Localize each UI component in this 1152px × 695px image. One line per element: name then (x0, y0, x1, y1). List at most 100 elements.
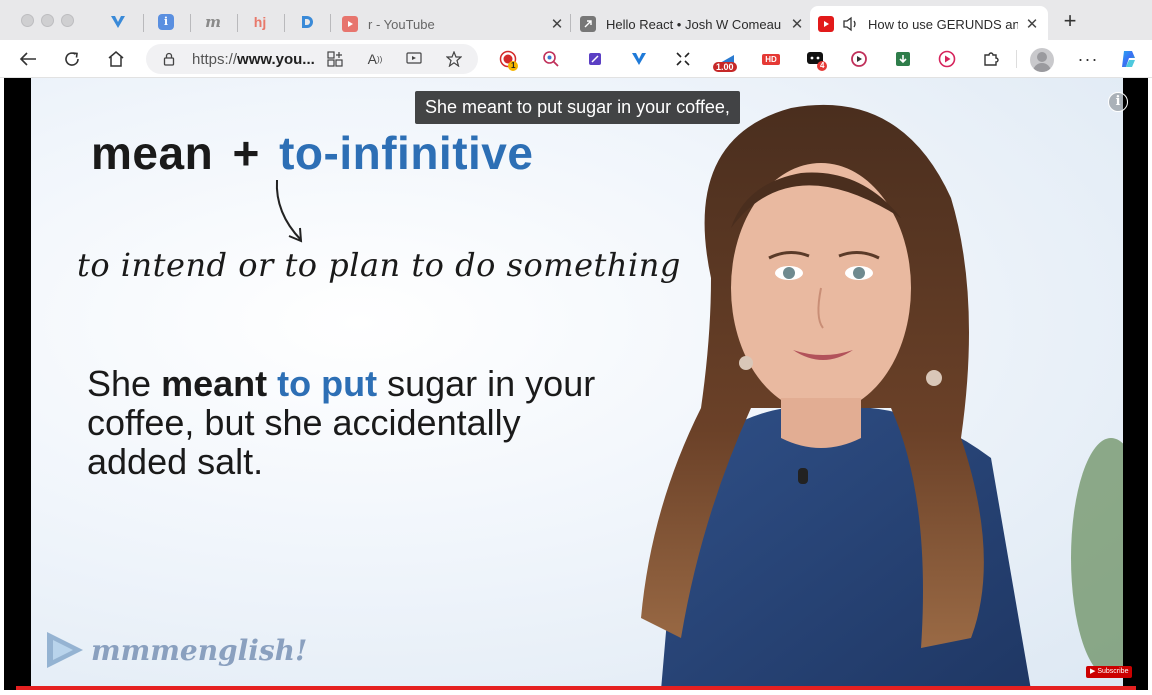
m-icon: m (205, 13, 221, 31)
tab-close-icon[interactable]: ✕ (549, 15, 565, 33)
extension-notes-button[interactable] (584, 48, 606, 70)
channel-logo: mmmenglish! (43, 630, 307, 670)
tab-separator (237, 14, 238, 32)
magnifier-icon (543, 51, 559, 67)
read-aloud-icon[interactable]: A)) (364, 48, 386, 70)
pinned-tab-m[interactable]: m (203, 12, 223, 32)
extension-hd-button[interactable]: HD (760, 48, 782, 70)
hand-drawn-arrow-icon (275, 179, 303, 243)
notes-icon (589, 53, 601, 65)
info-icon: i (158, 14, 174, 30)
extension-badge: 4 (817, 61, 828, 71)
tab-separator (570, 14, 571, 32)
example-she: She (87, 363, 152, 404)
tab-title: How to use GERUNDS and (868, 16, 1018, 32)
speed-badge: 1.00 (713, 62, 737, 72)
back-arrow-icon (19, 52, 36, 66)
extensions-menu-button[interactable] (980, 48, 1002, 70)
logo-text: mmmenglish! (91, 633, 308, 667)
download-icon (896, 52, 910, 66)
toolbar-separator (1016, 50, 1017, 68)
lock-icon[interactable] (158, 48, 180, 70)
home-icon (108, 51, 124, 67)
hj-icon: hj (253, 14, 267, 30)
example-sentence: She meant to put sugar in your coffee, b… (87, 364, 607, 481)
favorite-star-icon[interactable] (443, 48, 465, 70)
d-icon (302, 16, 313, 28)
youtube-icon (342, 16, 358, 32)
tab-title: r - YouTube (368, 16, 435, 32)
pinned-tab-d[interactable] (297, 12, 317, 32)
example-to-put: to put (277, 363, 378, 404)
extension-zoom-button[interactable] (540, 48, 562, 70)
tab-close-icon[interactable]: ✕ (1024, 15, 1040, 33)
extension-download-button[interactable] (892, 48, 914, 70)
video-player[interactable]: mean + to-infinitive to intend or to pla… (4, 78, 1148, 690)
reload-icon (65, 52, 79, 66)
pinned-tab-info[interactable]: i (156, 12, 176, 32)
slide-title-mean: mean (91, 127, 214, 179)
url-domain: www.you... (237, 51, 315, 68)
slide-title-plus: + (232, 127, 260, 179)
slide-title-infinitive: to-infinitive (279, 127, 534, 179)
more-dots-icon: ··· (1077, 48, 1099, 69)
browser-toolbar: https://www.you... A)) 1 1.00 HD 4 ··· (0, 40, 1152, 78)
pinned-tab-hj[interactable]: hj (250, 12, 270, 32)
tab-separator (330, 14, 331, 32)
external-link-icon (580, 16, 596, 32)
copilot-button[interactable] (1118, 48, 1140, 70)
slide-title: mean + to-infinitive (91, 126, 533, 180)
tab-separator (143, 14, 144, 32)
more-menu-button[interactable]: ··· (1077, 48, 1099, 70)
address-bar[interactable]: https://www.you... A)) (146, 44, 478, 74)
window-zoom-button[interactable] (61, 14, 74, 27)
back-button[interactable] (16, 47, 40, 71)
v-icon (632, 53, 646, 65)
speaker-icon[interactable] (842, 16, 860, 32)
example-meant: meant (161, 363, 268, 404)
reload-button[interactable] (60, 47, 84, 71)
copilot-icon (1122, 51, 1135, 67)
pinned-tab-v[interactable] (108, 12, 128, 32)
video-progress-bar[interactable] (16, 686, 1136, 690)
extension-video-button[interactable] (848, 48, 870, 70)
tab-gerunds-video[interactable]: How to use GERUNDS and ✕ (810, 6, 1048, 42)
immersive-reader-icon[interactable] (403, 48, 425, 70)
subscribe-watermark[interactable]: ▶ Subscribe (1086, 666, 1133, 678)
video-caption: She meant to put sugar in your coffee, (415, 91, 740, 124)
tab-separator (190, 14, 191, 32)
v-icon (111, 16, 125, 28)
tab-hello-react[interactable]: Hello React • Josh W Comeau ✕ (580, 6, 805, 42)
extension-record-button[interactable]: 1 (497, 48, 519, 71)
tab-strip: i m hj r - YouTube ✕ Hello React • Josh … (0, 0, 1152, 44)
shrink-arrows-icon (676, 52, 690, 66)
profile-avatar[interactable] (1030, 48, 1054, 72)
extension-chat-button[interactable]: 4 (804, 48, 828, 71)
youtube-icon (818, 16, 834, 32)
hd-icon: HD (762, 53, 780, 65)
extension-speed-button[interactable]: 1.00 (713, 48, 738, 72)
url-prefix: https:// (192, 51, 238, 68)
extension-play-button[interactable] (936, 48, 958, 70)
video-info-button[interactable]: i (1108, 92, 1128, 112)
video-frame: mean + to-infinitive to intend or to pla… (31, 78, 1123, 690)
url-text[interactable]: https://www.you... (192, 51, 322, 68)
puzzle-icon (984, 52, 999, 66)
play-circle-icon (938, 50, 956, 68)
extension-shrink-button[interactable] (672, 48, 694, 70)
window-minimize-button[interactable] (41, 14, 54, 27)
presenter-figure (641, 104, 1123, 690)
subscribe-label: Subscribe (1097, 668, 1129, 675)
window-close-button[interactable] (21, 14, 34, 27)
info-icon: i (1115, 94, 1121, 109)
extension-badge: 1 (508, 61, 519, 71)
app-available-icon[interactable] (324, 48, 346, 70)
extension-v-button[interactable] (628, 48, 650, 70)
home-button[interactable] (104, 47, 128, 71)
tab-title: Hello React • Josh W Comeau (606, 16, 782, 32)
tab-separator (284, 14, 285, 32)
tab-youtube-r[interactable]: r - YouTube ✕ (340, 6, 565, 42)
new-tab-button[interactable]: + (1060, 10, 1080, 32)
video-circle-icon (851, 51, 867, 67)
tab-close-icon[interactable]: ✕ (789, 15, 805, 33)
